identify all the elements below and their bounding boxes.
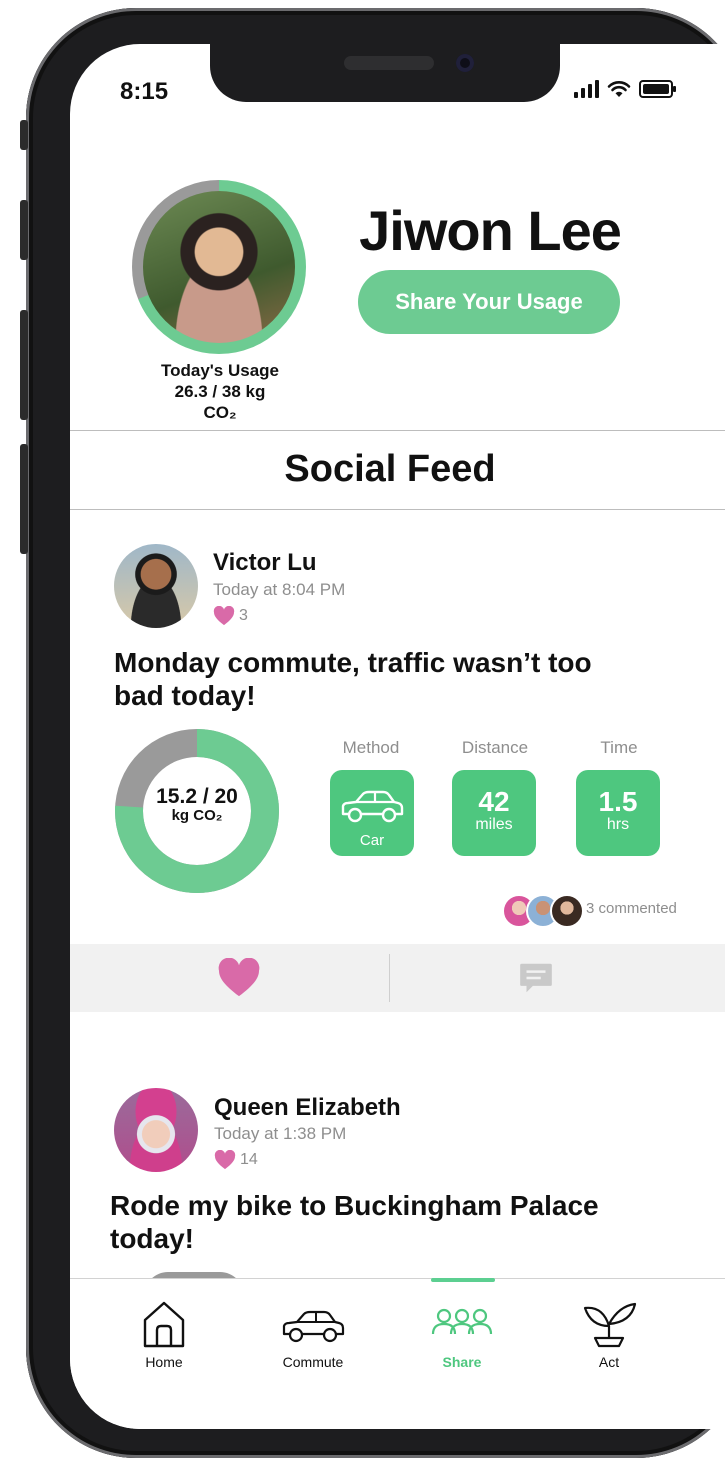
commenter-avatars[interactable]: [502, 894, 584, 928]
post-text: Rode my bike to Buckingham Palace today!: [110, 1190, 599, 1254]
tab-share[interactable]: Share: [402, 1300, 522, 1370]
post-avatar[interactable]: [114, 544, 198, 628]
usage-label: Today's Usage: [160, 361, 280, 380]
heart-icon: [214, 1150, 236, 1170]
metric-distance-value: 42: [478, 786, 510, 817]
metric-time: 1.5 hrs: [576, 770, 660, 856]
tab-commute[interactable]: Commute: [253, 1300, 373, 1370]
sprout-icon: [583, 1302, 637, 1348]
today-usage: Today's Usage 26.3 / 38 kg CO₂: [130, 360, 310, 423]
tab-commute-label: Commute: [282, 1354, 344, 1370]
volume-down-button: [20, 310, 28, 420]
metric-distance: 42 miles: [452, 770, 536, 856]
speaker: [344, 56, 434, 70]
comment-button[interactable]: [517, 959, 555, 997]
like-count: 14: [214, 1150, 258, 1170]
donut-label: 15.2 / 20 kg CO₂: [114, 786, 280, 824]
car-icon: [282, 1310, 345, 1343]
commenter-avatar: [550, 894, 584, 928]
people-icon: [431, 1308, 493, 1335]
metric-label-time: Time: [600, 738, 638, 757]
signal-icon: [574, 80, 599, 98]
wifi-icon: [607, 81, 631, 97]
usage-ring: [132, 180, 306, 354]
tab-act[interactable]: Act: [549, 1300, 669, 1370]
feed-title: Social Feed: [284, 448, 496, 490]
metric-method: Car: [330, 770, 414, 856]
avatar[interactable]: [143, 191, 295, 343]
screen: 8:15 Today's Usage 26.3 / 38 kg CO₂ Jiwo…: [70, 44, 725, 1429]
comment-count[interactable]: 3 commented: [586, 900, 677, 917]
metric-label-method: Method: [342, 738, 400, 757]
post-time: Today at 8:04 PM: [213, 580, 346, 599]
volume-up-button: [20, 200, 28, 260]
notch: [210, 44, 560, 102]
active-tab-indicator: [431, 1278, 495, 1282]
share-usage-button[interactable]: Share Your Usage: [358, 270, 620, 334]
metric-method-unit: Car: [359, 832, 385, 849]
donut-unit: kg CO₂: [171, 807, 223, 824]
user-name: Jiwon Lee: [359, 199, 622, 262]
status-time: 8:15: [120, 78, 169, 105]
donut-value: 15.2 / 20: [156, 785, 238, 808]
post-author[interactable]: Queen Elizabeth: [214, 1094, 401, 1122]
like-count: 3: [213, 606, 248, 626]
post-text: Monday commute, traffic wasn’t too bad t…: [114, 647, 592, 711]
car-icon: [341, 790, 404, 823]
metric-label-distance: Distance: [461, 738, 529, 757]
tab-act-label: Act: [598, 1354, 620, 1370]
tab-home-label: Home: [145, 1354, 183, 1370]
post-author[interactable]: Victor Lu: [213, 549, 317, 577]
action-separator: [389, 954, 390, 1002]
usage-unit: CO₂: [203, 403, 237, 422]
like-count-value: 3: [239, 607, 248, 624]
post-avatar[interactable]: [114, 1088, 198, 1172]
battery-icon: [639, 80, 676, 98]
heart-icon: [213, 606, 235, 626]
metric-distance-unit: miles: [475, 816, 513, 833]
side-button: [20, 444, 28, 554]
post-time: Today at 1:38 PM: [214, 1124, 347, 1143]
tab-home[interactable]: Home: [104, 1300, 224, 1370]
divider: [70, 509, 725, 510]
like-count-value: 14: [240, 1151, 258, 1168]
status-icons: [574, 80, 676, 98]
post-action-bar: [70, 944, 725, 1012]
mute-switch: [20, 120, 28, 150]
home-icon: [143, 1301, 185, 1348]
metric-time-unit: hrs: [606, 816, 630, 833]
metric-time-value: 1.5: [598, 786, 638, 817]
front-camera: [456, 54, 474, 72]
divider: [70, 430, 725, 431]
usage-value: 26.3 / 38 kg: [174, 382, 266, 401]
like-button[interactable]: [216, 958, 262, 998]
tab-share-label: Share: [442, 1354, 482, 1370]
